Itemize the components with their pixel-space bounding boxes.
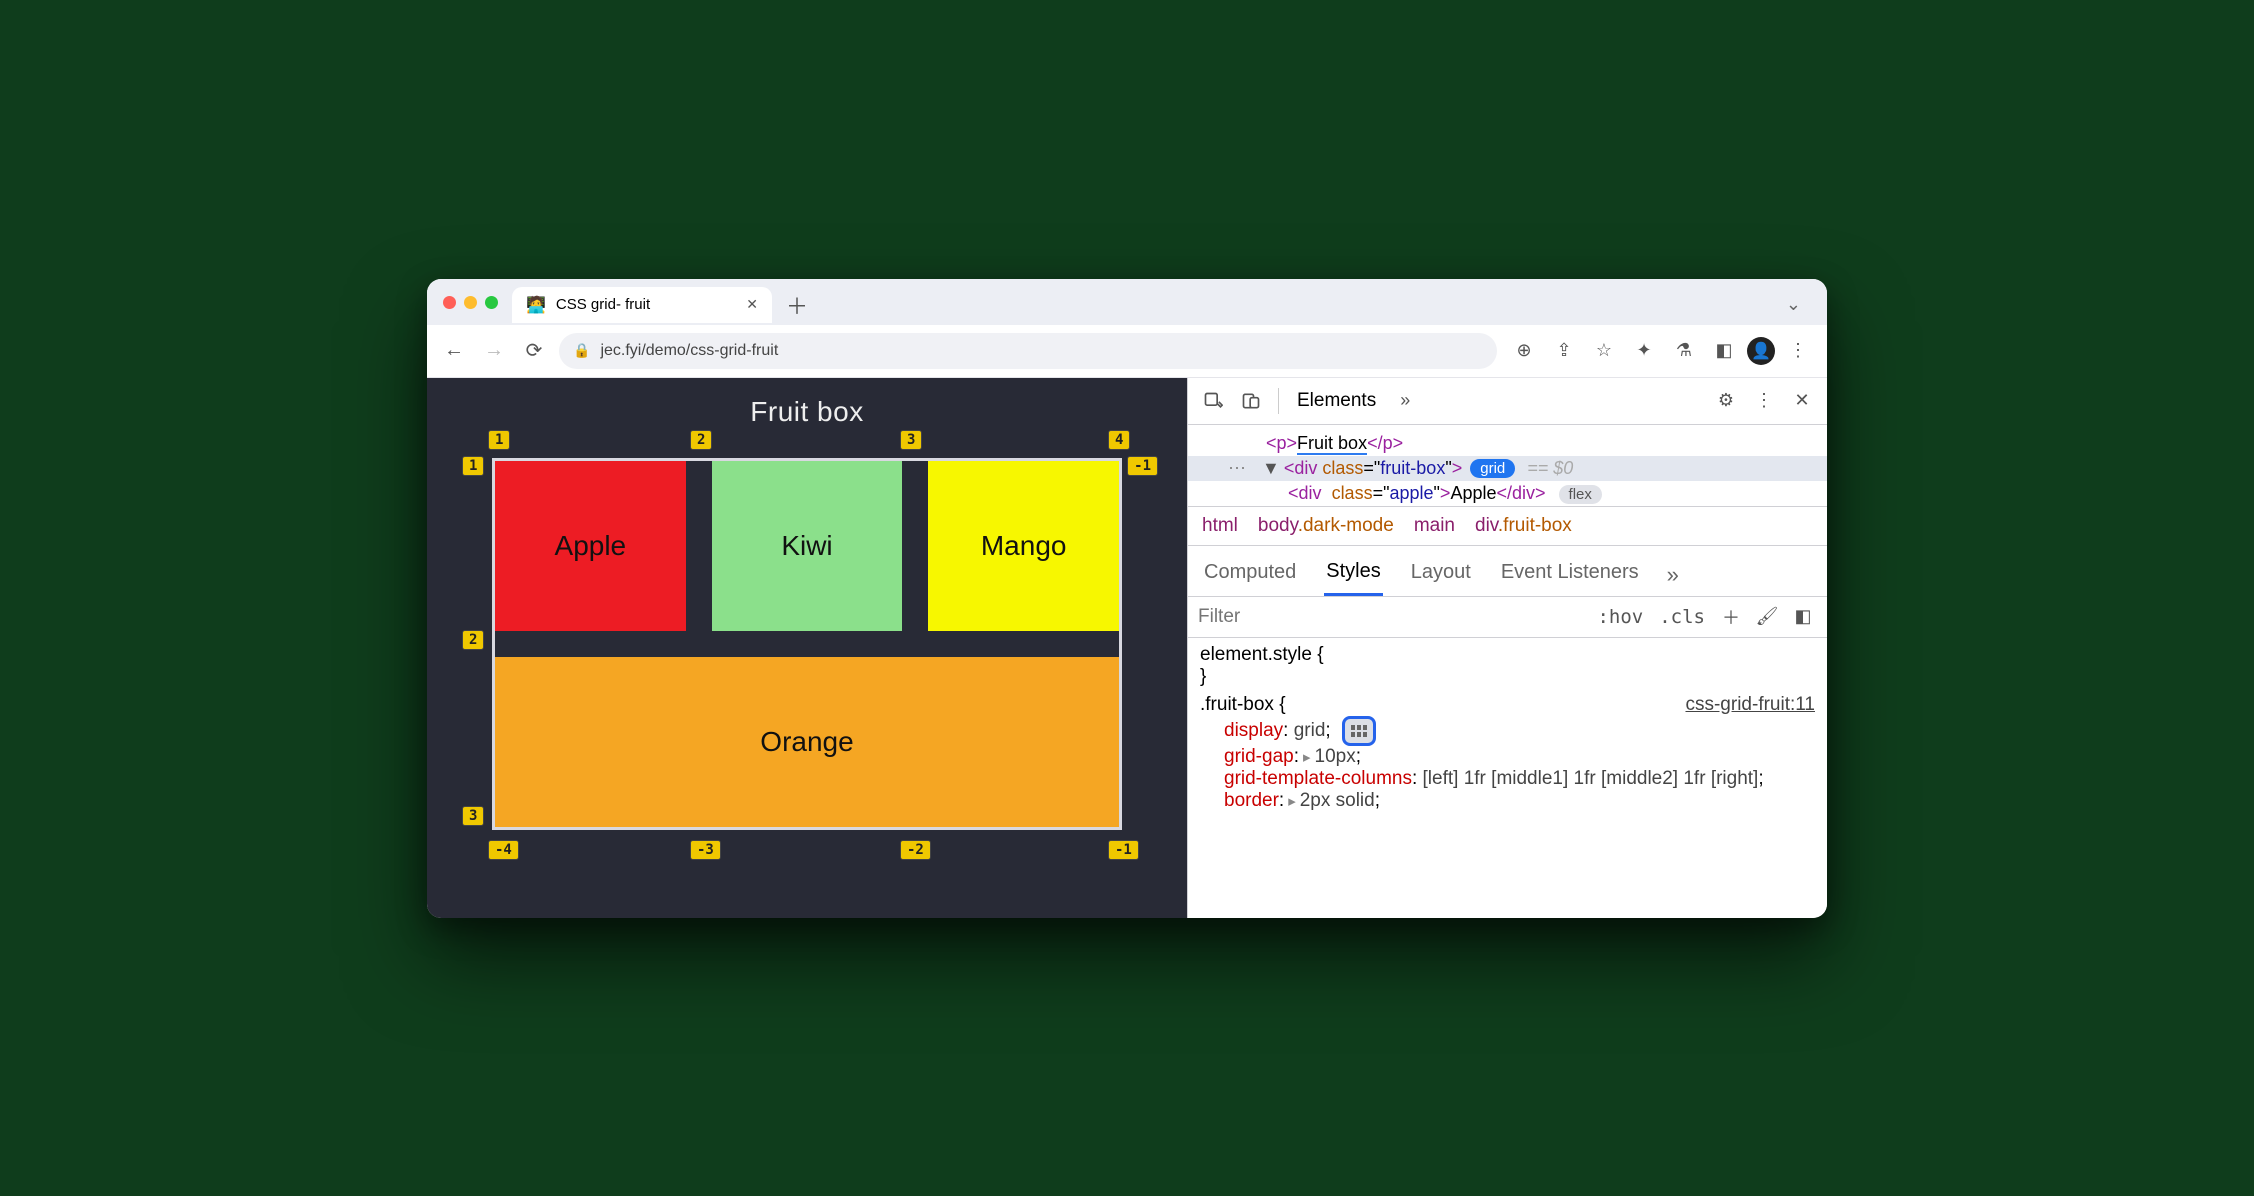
new-tab-button[interactable]: ＋ bbox=[776, 285, 818, 325]
minimize-window-button[interactable] bbox=[464, 296, 477, 309]
bookmark-icon[interactable]: ☆ bbox=[1587, 334, 1621, 368]
cls-toggle[interactable]: .cls bbox=[1655, 604, 1709, 630]
tab-strip: 🧑‍💻 CSS grid- fruit ✕ ＋ ⌄ bbox=[427, 279, 1827, 325]
tab-layout[interactable]: Layout bbox=[1409, 555, 1473, 594]
grid-scene: Apple Kiwi Mango Orange 1 2 3 4 1 2 3 -1… bbox=[492, 458, 1122, 830]
devtools-menu-icon[interactable]: ⋮ bbox=[1747, 384, 1781, 418]
devtools-tabs-overflow-icon[interactable]: » bbox=[1388, 384, 1422, 418]
window-controls bbox=[439, 290, 508, 319]
close-tab-icon[interactable]: ✕ bbox=[746, 296, 758, 313]
chrome-menu-icon[interactable]: ⋮ bbox=[1781, 334, 1815, 368]
browser-window: 🧑‍💻 CSS grid- fruit ✕ ＋ ⌄ ← → ⟳ 🔒 jec.fy… bbox=[427, 279, 1827, 918]
row-label-neg: -1 bbox=[1127, 456, 1158, 476]
new-rule-icon[interactable]: ＋ bbox=[1717, 603, 1745, 631]
breadcrumb-item[interactable]: body.dark-mode bbox=[1258, 515, 1394, 537]
col-label: 4 bbox=[1108, 430, 1130, 450]
page-viewport: Fruit box Apple Kiwi Mango Orange 1 2 3 … bbox=[427, 378, 1187, 918]
page-heading: Fruit box bbox=[750, 396, 863, 428]
panel-toggle-icon[interactable]: ◧ bbox=[1789, 603, 1817, 631]
col-label: 3 bbox=[900, 430, 922, 450]
forward-button[interactable]: → bbox=[479, 336, 509, 366]
profile-avatar[interactable]: 👤 bbox=[1747, 337, 1775, 365]
paint-icon[interactable]: 🖌 bbox=[1753, 603, 1781, 631]
devtools-top-bar: Elements » ⚙ ⋮ ✕ bbox=[1188, 378, 1827, 425]
devtools-close-icon[interactable]: ✕ bbox=[1785, 384, 1819, 418]
dom-node-selected[interactable]: ▼<div class="fruit-box"> grid == $0 bbox=[1188, 456, 1827, 481]
cell-kiwi: Kiwi bbox=[712, 461, 903, 631]
dom-node[interactable]: <p>Fruit box</p> bbox=[1188, 431, 1827, 456]
col-label-neg: -4 bbox=[488, 840, 519, 860]
tab-computed[interactable]: Computed bbox=[1202, 555, 1298, 594]
col-label: 2 bbox=[690, 430, 712, 450]
hov-toggle[interactable]: :hov bbox=[1593, 604, 1647, 630]
sidepanel-icon[interactable]: ◧ bbox=[1707, 334, 1741, 368]
tab-styles[interactable]: Styles bbox=[1324, 554, 1382, 596]
col-label-neg: -3 bbox=[690, 840, 721, 860]
devtools-panel: Elements » ⚙ ⋮ ✕ <p>Fruit box</p> ▼<div … bbox=[1187, 378, 1827, 918]
styles-filter-input[interactable] bbox=[1198, 606, 1585, 628]
tab-overflow-icon[interactable]: ⌄ bbox=[1772, 288, 1815, 321]
content-split: Fruit box Apple Kiwi Mango Orange 1 2 3 … bbox=[427, 378, 1827, 918]
tab-listeners[interactable]: Event Listeners bbox=[1499, 555, 1641, 594]
flex-badge[interactable]: flex bbox=[1559, 485, 1602, 504]
cell-mango: Mango bbox=[928, 461, 1119, 631]
col-label: 1 bbox=[488, 430, 510, 450]
url-text: jec.fyi/demo/css-grid-fruit bbox=[600, 342, 778, 360]
cell-orange: Orange bbox=[495, 657, 1119, 827]
row-label: 2 bbox=[462, 630, 484, 650]
styles-tabs-overflow-icon[interactable]: » bbox=[1667, 562, 1679, 588]
lock-icon: 🔒 bbox=[573, 342, 590, 359]
toolbar-right: ⊕ ⇪ ☆ ✦ ⚗ ◧ 👤 ⋮ bbox=[1507, 334, 1815, 368]
dom-node[interactable]: <div class="apple">Apple</div> flex bbox=[1188, 481, 1827, 506]
toolbar: ← → ⟳ 🔒 jec.fyi/demo/css-grid-fruit ⊕ ⇪ … bbox=[427, 325, 1827, 378]
reload-button[interactable]: ⟳ bbox=[519, 336, 549, 366]
devtools-settings-icon[interactable]: ⚙ bbox=[1709, 384, 1743, 418]
tab-title: CSS grid- fruit bbox=[556, 296, 650, 313]
breadcrumb-item[interactable]: div.fruit-box bbox=[1475, 515, 1572, 537]
dom-tree[interactable]: <p>Fruit box</p> ▼<div class="fruit-box"… bbox=[1188, 425, 1827, 506]
css-rule-block: .fruit-box { css-grid-fruit:11 display: … bbox=[1200, 694, 1815, 812]
address-bar[interactable]: 🔒 jec.fyi/demo/css-grid-fruit bbox=[559, 333, 1497, 369]
close-window-button[interactable] bbox=[443, 296, 456, 309]
browser-tab[interactable]: 🧑‍💻 CSS grid- fruit ✕ bbox=[512, 287, 772, 323]
col-label-neg: -2 bbox=[900, 840, 931, 860]
breadcrumb-item[interactable]: main bbox=[1414, 515, 1455, 537]
fruit-grid: Apple Kiwi Mango Orange bbox=[492, 458, 1122, 830]
styles-tabs: Computed Styles Layout Event Listeners » bbox=[1188, 546, 1827, 597]
styles-filter-row: :hov .cls ＋ 🖌 ◧ bbox=[1188, 597, 1827, 638]
cell-apple: Apple bbox=[495, 461, 686, 631]
row-label: 3 bbox=[462, 806, 484, 826]
inspect-icon[interactable] bbox=[1196, 384, 1230, 418]
back-button[interactable]: ← bbox=[439, 336, 469, 366]
extensions-icon[interactable]: ✦ bbox=[1627, 334, 1661, 368]
maximize-window-button[interactable] bbox=[485, 296, 498, 309]
grid-editor-button[interactable] bbox=[1342, 716, 1376, 746]
labs-icon[interactable]: ⚗ bbox=[1667, 334, 1701, 368]
favicon-icon: 🧑‍💻 bbox=[526, 295, 546, 315]
breadcrumb-bar: html body.dark-mode main div.fruit-box bbox=[1188, 506, 1827, 546]
devtools-tab-elements[interactable]: Elements bbox=[1289, 384, 1384, 418]
share-icon[interactable]: ⇪ bbox=[1547, 334, 1581, 368]
row-label: 1 bbox=[462, 456, 484, 476]
css-rules-panel[interactable]: element.style { } .fruit-box { css-grid-… bbox=[1188, 638, 1827, 818]
grid-badge[interactable]: grid bbox=[1470, 459, 1515, 478]
source-link[interactable]: css-grid-fruit:11 bbox=[1685, 694, 1815, 716]
element-style-block: element.style { } bbox=[1200, 644, 1815, 688]
device-toggle-icon[interactable] bbox=[1234, 384, 1268, 418]
col-label-neg: -1 bbox=[1108, 840, 1139, 860]
zoom-icon[interactable]: ⊕ bbox=[1507, 334, 1541, 368]
breadcrumb-item[interactable]: html bbox=[1202, 515, 1238, 537]
